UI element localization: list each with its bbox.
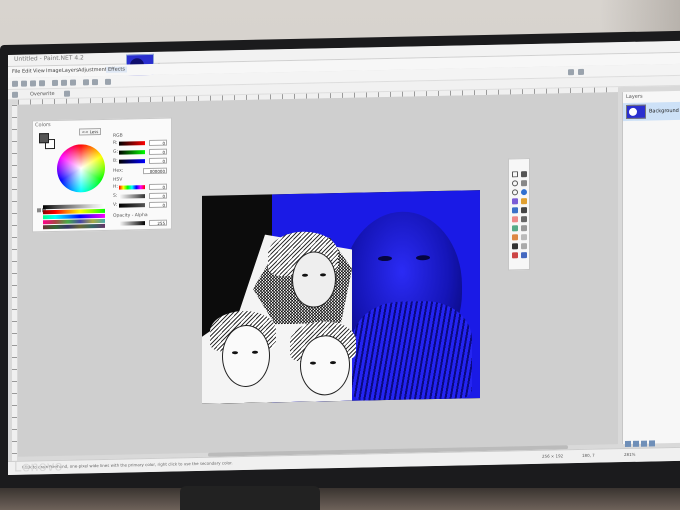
antialias-icon[interactable] xyxy=(64,90,70,97)
screen: Untitled - Paint.NET 4.2 › File Edit Vie… xyxy=(8,40,680,475)
layers-panel-title: Layers xyxy=(626,93,643,101)
layers-panel: Layers Background xyxy=(622,90,680,448)
image-canvas[interactable] xyxy=(202,190,480,404)
value-slider[interactable] xyxy=(119,203,145,208)
move-selection-icon[interactable] xyxy=(521,171,527,178)
menu-layers[interactable]: Layers xyxy=(62,67,79,73)
vertical-ruler xyxy=(12,104,17,465)
clone-stamp-icon[interactable] xyxy=(512,225,518,232)
line-curve-icon[interactable] xyxy=(521,234,527,241)
ellipse-select-icon[interactable] xyxy=(512,189,518,196)
blend-mode-select[interactable]: Overwrite xyxy=(30,91,55,98)
add-layer-icon[interactable] xyxy=(625,440,631,448)
help-icon[interactable] xyxy=(578,68,584,76)
menu-effects[interactable]: Effects xyxy=(106,66,127,73)
menu-file[interactable]: File xyxy=(12,69,20,75)
blue-label: B: xyxy=(113,158,118,164)
menu-view[interactable]: View xyxy=(33,68,45,74)
print-icon[interactable] xyxy=(39,80,45,87)
shape-red-icon[interactable] xyxy=(512,252,518,259)
cursor-coordinates: 180, 7 xyxy=(582,452,595,458)
magic-wand-icon[interactable] xyxy=(512,198,518,205)
paint-bucket-icon[interactable] xyxy=(521,198,527,205)
value-value-input[interactable]: 0 xyxy=(149,201,167,209)
grid-icon[interactable] xyxy=(105,78,111,85)
zoom-level[interactable]: 281% xyxy=(624,452,635,457)
blue-value-input[interactable]: 0 xyxy=(149,157,167,165)
new-icon[interactable] xyxy=(12,80,18,87)
window-title: Untitled - Paint.NET 4.2 xyxy=(14,54,84,63)
palette-tools xyxy=(37,197,57,213)
hsv-label: HSV xyxy=(113,177,123,183)
text-icon[interactable] xyxy=(512,243,518,250)
paste-icon[interactable] xyxy=(70,79,76,86)
image-dimensions: 256 × 192 xyxy=(542,453,564,459)
green-slider[interactable] xyxy=(119,150,145,155)
cut-icon[interactable] xyxy=(52,79,58,87)
less-button[interactable]: << Less xyxy=(79,128,101,136)
saturation-label: S: xyxy=(113,193,118,199)
lasso-select-icon[interactable] xyxy=(512,180,518,187)
paintbrush-icon[interactable] xyxy=(521,207,527,214)
move-icon[interactable] xyxy=(521,180,527,187)
layer-thumbnail xyxy=(626,104,646,120)
recolor-icon[interactable] xyxy=(521,225,527,232)
zoom-icon[interactable] xyxy=(521,189,527,196)
green-label: G: xyxy=(113,149,119,155)
shapes-icon[interactable] xyxy=(521,243,527,250)
open-icon[interactable] xyxy=(21,80,27,87)
opacity-value-input[interactable]: 255 xyxy=(149,219,167,227)
green-value-input[interactable]: 0 xyxy=(149,148,167,156)
eraser-icon[interactable] xyxy=(512,216,518,223)
monitor-stand xyxy=(180,486,320,510)
undo-icon[interactable] xyxy=(83,79,89,86)
palette-menu-icon[interactable] xyxy=(37,208,41,213)
gradient-icon[interactable] xyxy=(512,207,518,214)
layer-actions xyxy=(625,431,679,448)
menu-image[interactable]: Image xyxy=(46,68,62,74)
tools-panel xyxy=(508,158,530,271)
layer-name: Background xyxy=(649,107,679,115)
hue-value-input[interactable]: 0 xyxy=(149,183,167,191)
redo-icon[interactable] xyxy=(92,79,98,86)
hue-label: H: xyxy=(113,184,118,190)
red-slider[interactable] xyxy=(119,141,145,146)
color-picker-icon[interactable] xyxy=(512,234,518,241)
red-value-input[interactable]: 0 xyxy=(149,139,167,147)
colors-panel: Colors << Less RGB R: 0 G: 0 B: 0 Hex: 0… xyxy=(32,117,172,233)
menu-adjustments[interactable]: Adjustments xyxy=(78,67,109,74)
layer-row[interactable]: Background xyxy=(623,101,680,122)
copy-icon[interactable] xyxy=(61,79,67,86)
blue-slider[interactable] xyxy=(119,159,145,164)
desk-surface xyxy=(0,488,680,510)
opacity-label: Opacity - Alpha xyxy=(113,213,148,219)
duplicate-layer-icon[interactable] xyxy=(641,440,647,447)
color-wheel[interactable] xyxy=(57,143,105,193)
hex-label: Hex: xyxy=(113,168,124,174)
tool-option-icon[interactable] xyxy=(12,91,18,98)
pencil-icon[interactable] xyxy=(521,216,527,223)
monitor-brand-logo: Lenovo xyxy=(14,457,63,475)
color-palette[interactable] xyxy=(43,203,105,230)
hue-slider[interactable] xyxy=(119,185,145,190)
layer-properties-icon[interactable] xyxy=(649,440,655,447)
delete-layer-icon[interactable] xyxy=(633,440,639,447)
colors-panel-title: Colors xyxy=(35,122,51,129)
save-icon[interactable] xyxy=(30,80,36,87)
monitor-bezel: Untitled - Paint.NET 4.2 › File Edit Vie… xyxy=(0,30,680,506)
hex-input[interactable]: 000000 xyxy=(143,167,167,175)
opacity-slider[interactable] xyxy=(119,221,145,226)
saturation-value-input[interactable]: 0 xyxy=(149,192,167,200)
rectangle-select-icon[interactable] xyxy=(512,171,518,178)
red-label: R: xyxy=(113,140,118,146)
shape-blue-icon[interactable] xyxy=(521,252,527,259)
saturation-slider[interactable] xyxy=(119,194,145,199)
menu-edit[interactable]: Edit xyxy=(22,68,32,74)
giant-beard xyxy=(352,300,472,401)
settings-gear-icon[interactable] xyxy=(568,69,574,76)
rgb-label: RGB xyxy=(113,133,123,139)
primary-color-swatch[interactable] xyxy=(39,133,49,144)
value-label: V: xyxy=(113,202,118,208)
